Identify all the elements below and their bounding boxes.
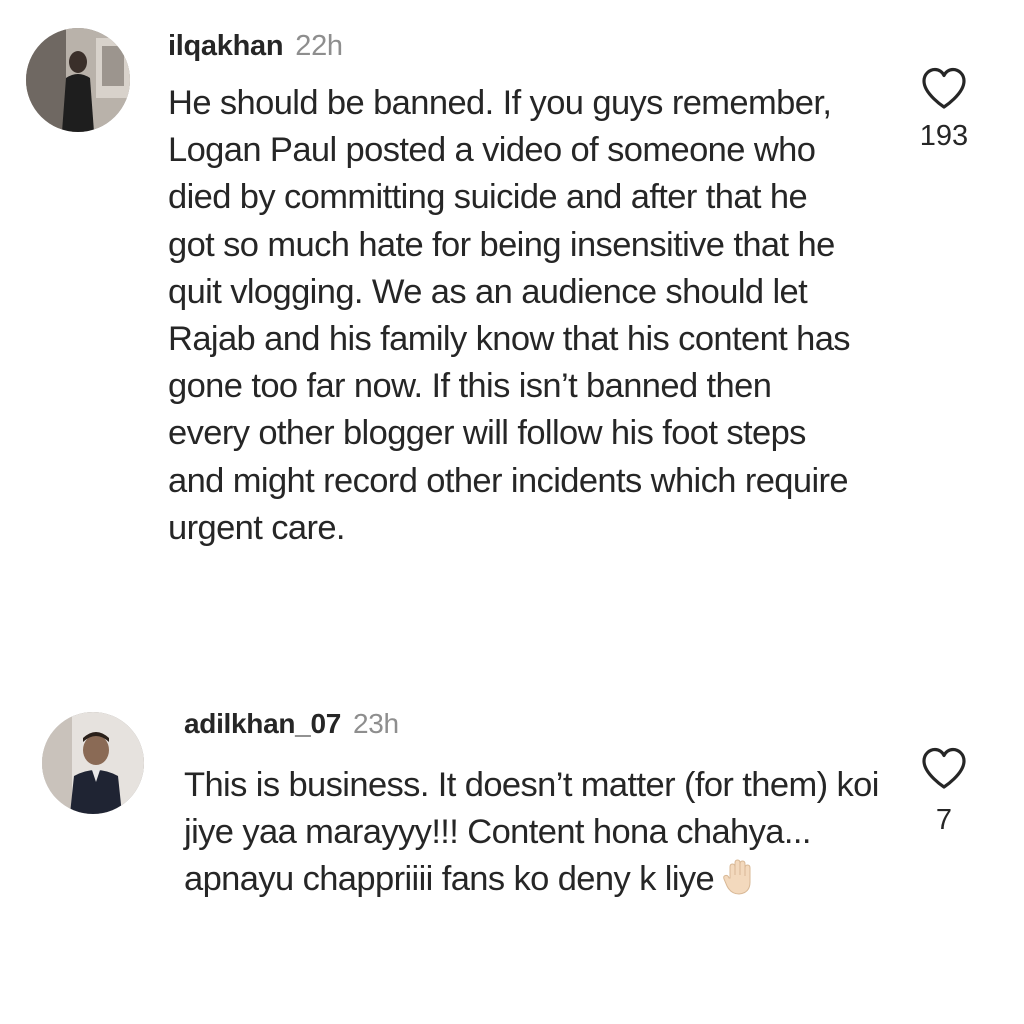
timestamp: 23h — [353, 708, 399, 739]
comment-list: ilqakhan 22h He should be banned. If you … — [0, 0, 1024, 1024]
comment-meta: ilqakhan 22h — [168, 30, 343, 63]
heart-outline-icon[interactable] — [920, 66, 968, 110]
avatar[interactable] — [26, 28, 130, 132]
timestamp: 22h — [295, 30, 343, 62]
like-group: 7 — [912, 746, 976, 837]
avatar-photo-icon — [26, 28, 130, 132]
username[interactable]: adilkhan_07 — [184, 708, 341, 739]
avatar-photo-icon — [42, 712, 144, 814]
comment-text: He should be banned. If you guys remembe… — [168, 84, 851, 547]
comment-text: This is business. It doesn’t matter (for… — [184, 762, 884, 910]
like-count: 193 — [919, 120, 969, 152]
avatar[interactable] — [42, 712, 144, 814]
like-group: 193 — [912, 66, 976, 153]
comment-meta: adilkhan_07 23h — [184, 708, 399, 740]
username[interactable]: ilqakhan — [168, 30, 284, 62]
raised-hand-emoji-icon — [722, 858, 756, 909]
comment-text-body: This is business. It doesn’t matter (for… — [184, 766, 879, 899]
heart-outline-icon[interactable] — [920, 746, 968, 790]
like-count: 7 — [935, 804, 953, 836]
